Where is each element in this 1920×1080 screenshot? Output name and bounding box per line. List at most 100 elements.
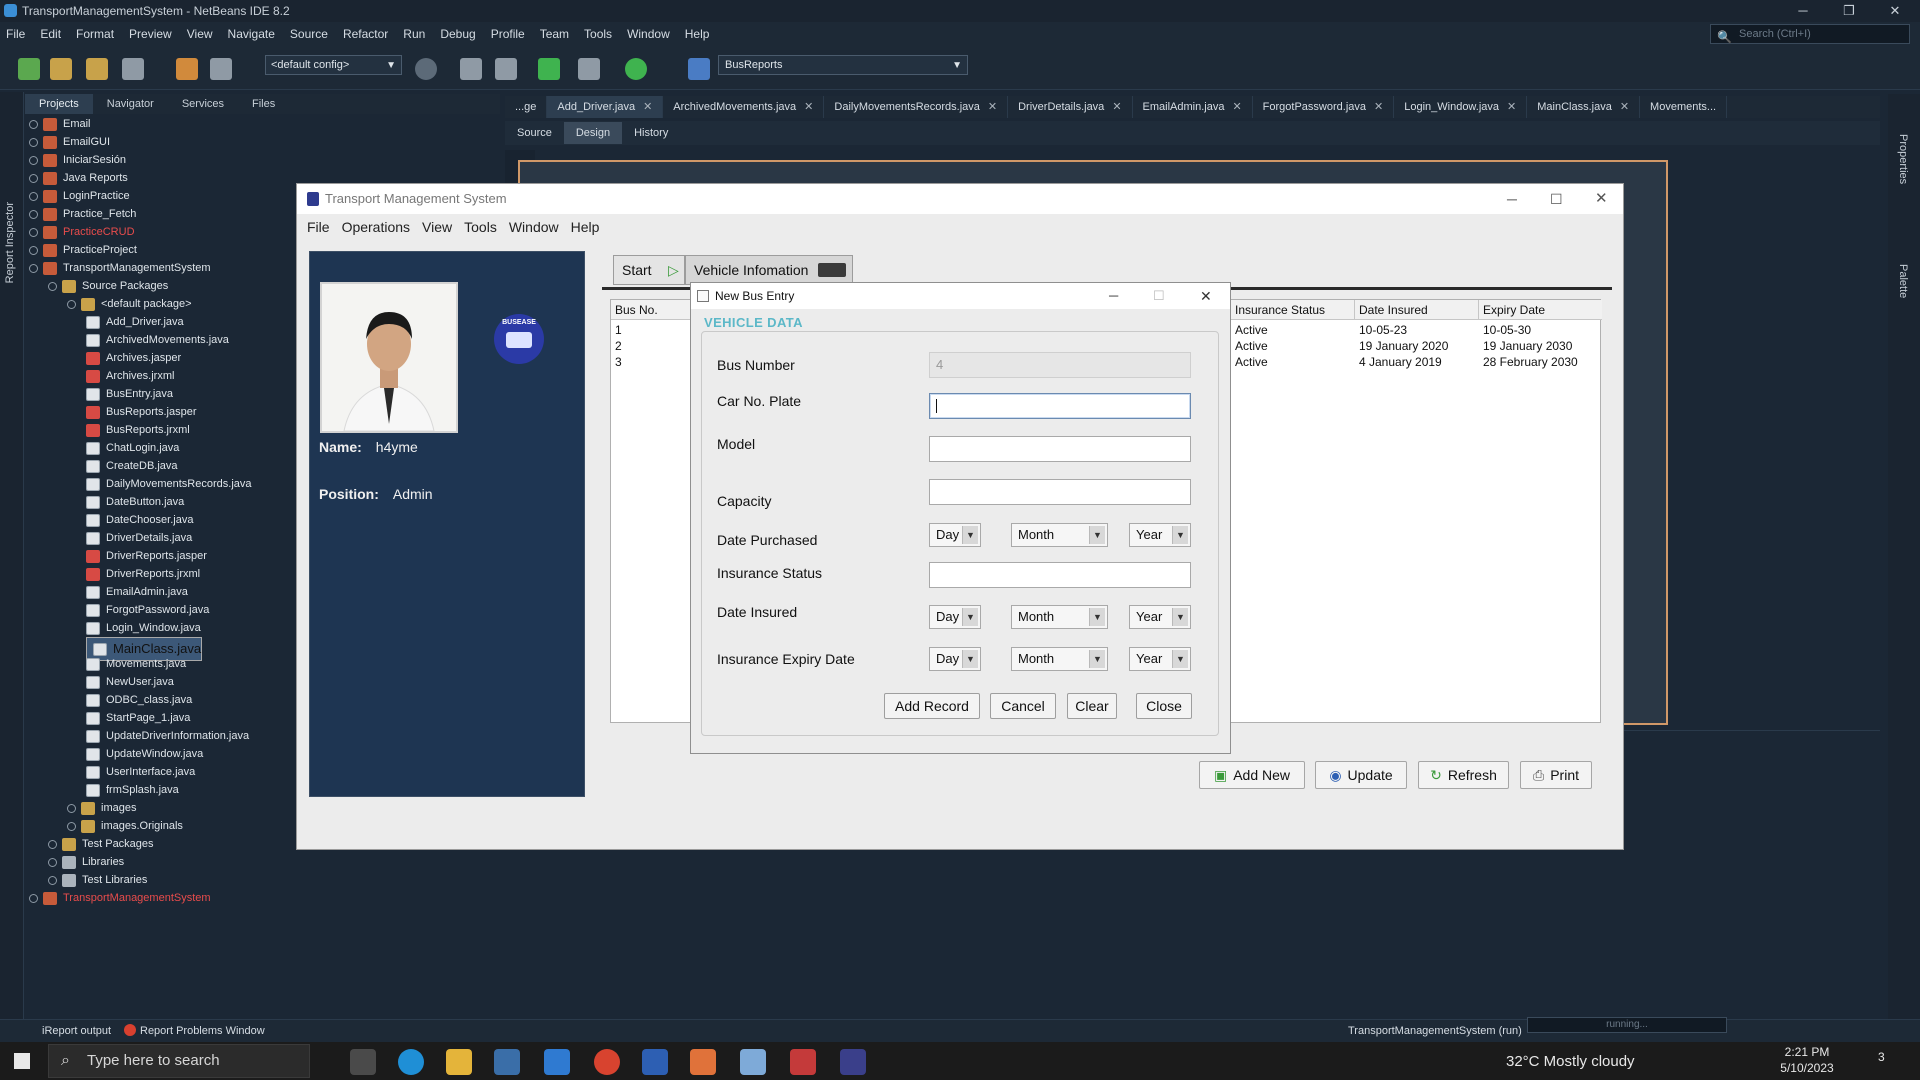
app-menu-tools[interactable]: Tools [464, 219, 497, 235]
expand-toggle-icon[interactable] [29, 893, 38, 903]
insured-day-select[interactable]: Day ▼ [929, 605, 981, 629]
expand-toggle-icon[interactable] [29, 119, 38, 129]
config-dropdown[interactable]: <default config> ▼ [265, 55, 402, 75]
tab-projects[interactable]: Projects [25, 94, 93, 114]
tree-item[interactable]: ChatLogin.java [86, 439, 179, 457]
tree-item[interactable]: DriverReports.jasper [86, 547, 207, 565]
run-target-dropdown[interactable]: BusReports ▼ [718, 55, 968, 75]
close-tab-icon[interactable]: ✕ [804, 101, 813, 113]
new-file-icon[interactable] [18, 58, 40, 80]
col-date-insured[interactable]: Date Insured [1355, 300, 1479, 320]
tree-item[interactable]: Libraries [48, 853, 124, 871]
menu-run[interactable]: Run [403, 27, 425, 41]
netbeans-taskbar-icon[interactable] [840, 1049, 866, 1075]
tree-item[interactable]: EmailAdmin.java [86, 583, 188, 601]
debug-icon[interactable] [578, 58, 600, 80]
new-project-icon[interactable] [50, 58, 72, 80]
tab-source[interactable]: Source [505, 122, 564, 144]
tab-start[interactable]: Start ▷ [613, 255, 685, 285]
menu-debug[interactable]: Debug [440, 27, 475, 41]
editor-tab[interactable]: ArchivedMovements.java ✕ [663, 96, 825, 118]
tab-services[interactable]: Services [168, 94, 238, 114]
expiry-day-select[interactable]: Day ▼ [929, 647, 981, 671]
expand-toggle-icon[interactable] [29, 137, 38, 147]
editor-tab[interactable]: Login_Window.java ✕ [1394, 96, 1528, 118]
expand-toggle-icon[interactable] [48, 839, 57, 849]
close-tab-icon[interactable]: ✕ [988, 101, 997, 113]
app-menu-help[interactable]: Help [571, 219, 600, 235]
close-dialog-button[interactable]: Close [1136, 693, 1192, 719]
taskbar-search-input[interactable]: ⌕ Type here to search [48, 1044, 310, 1078]
expand-toggle-icon[interactable] [48, 875, 57, 885]
expiry-month-select[interactable]: Month ▼ [1011, 647, 1108, 671]
menu-file[interactable]: File [6, 27, 25, 41]
editor-tab[interactable]: ForgotPassword.java ✕ [1253, 96, 1395, 118]
add-record-button[interactable]: Add Record [884, 693, 980, 719]
plate-field[interactable] [929, 393, 1191, 419]
menu-preview[interactable]: Preview [129, 27, 172, 41]
add-new-button[interactable]: ▣ Add New [1199, 761, 1305, 789]
dialog-maximize-button[interactable]: ☐ [1153, 283, 1165, 309]
expand-toggle-icon[interactable] [29, 227, 38, 237]
insured-month-select[interactable]: Month ▼ [1011, 605, 1108, 629]
refresh-button[interactable]: ↻ Refresh [1418, 761, 1509, 789]
expand-toggle-icon[interactable] [67, 299, 76, 309]
close-tab-icon[interactable]: ✕ [1232, 101, 1241, 113]
capacity-field[interactable] [929, 479, 1191, 505]
tab-navigator[interactable]: Navigator [93, 94, 168, 114]
expand-toggle-icon[interactable] [67, 803, 76, 813]
menu-format[interactable]: Format [76, 27, 114, 41]
tab-history[interactable]: History [622, 122, 680, 144]
edge-icon[interactable] [398, 1049, 424, 1075]
close-tab-icon[interactable]: ✕ [1112, 101, 1121, 113]
report-problems-tab[interactable]: Report Problems Window [140, 1025, 265, 1037]
notification-count[interactable]: 3 [1878, 1050, 1885, 1064]
xampp-icon[interactable] [690, 1049, 716, 1075]
tree-item[interactable]: IniciarSesión [29, 151, 126, 169]
restore-button[interactable]: ❐ [1826, 0, 1872, 22]
menu-source[interactable]: Source [290, 27, 328, 41]
update-button[interactable]: ◉ Update [1315, 761, 1407, 789]
tree-item[interactable]: frmSplash.java [86, 781, 179, 799]
tree-item[interactable]: DriverDetails.java [86, 529, 192, 547]
store-icon[interactable] [494, 1049, 520, 1075]
tree-item[interactable]: Archives.jrxml [86, 367, 174, 385]
editor-tab[interactable]: ...ge [505, 96, 548, 118]
profile-icon[interactable] [625, 58, 647, 80]
palette-tab[interactable]: Palette [1897, 264, 1909, 298]
app-menu-file[interactable]: File [307, 219, 330, 235]
dialog-close-button[interactable]: ✕ [1200, 283, 1212, 309]
insured-year-select[interactable]: Year ▼ [1129, 605, 1191, 629]
tab-vehicle-information[interactable]: Vehicle Infomation [685, 255, 853, 285]
tree-item[interactable]: TransportManagementSystem [29, 259, 211, 277]
redo-icon[interactable] [210, 58, 232, 80]
editor-tab[interactable]: DriverDetails.java ✕ [1008, 96, 1133, 118]
purchased-year-select[interactable]: Year ▼ [1129, 523, 1191, 547]
tree-item[interactable]: DriverReports.jrxml [86, 565, 200, 583]
tree-item[interactable]: EmailGUI [29, 133, 110, 151]
virtualbox-icon[interactable] [740, 1049, 766, 1075]
tree-item[interactable]: BusReports.jrxml [86, 421, 190, 439]
expand-toggle-icon[interactable] [48, 857, 57, 867]
taskbar-clock[interactable]: 2:21 PM 5/10/2023 [1772, 1044, 1842, 1076]
app-minimize-button[interactable]: ─ [1507, 184, 1517, 214]
tree-item[interactable]: StartPage_1.java [86, 709, 190, 727]
minimize-button[interactable]: ─ [1780, 0, 1826, 22]
file-explorer-icon[interactable] [446, 1049, 472, 1075]
app-menu-window[interactable]: Window [509, 219, 559, 235]
tree-item[interactable]: images.Originals [67, 817, 183, 835]
clean-build-icon[interactable] [495, 58, 517, 80]
menu-profile[interactable]: Profile [491, 27, 525, 41]
tree-item[interactable]: ForgotPassword.java [86, 601, 209, 619]
tree-item[interactable]: BusReports.jasper [86, 403, 197, 421]
report-inspector-tab[interactable]: Report Inspector [4, 202, 16, 283]
tree-item[interactable]: PracticeProject [29, 241, 137, 259]
cancel-button[interactable]: Cancel [990, 693, 1056, 719]
tree-item[interactable]: Add_Driver.java [86, 313, 184, 331]
editor-tab[interactable]: EmailAdmin.java ✕ [1133, 96, 1253, 118]
expiry-year-select[interactable]: Year ▼ [1129, 647, 1191, 671]
undo-icon[interactable] [176, 58, 198, 80]
tree-item[interactable]: Archives.jasper [86, 349, 181, 367]
tree-item[interactable]: LoginPractice [29, 187, 130, 205]
windows-start-icon[interactable] [14, 1053, 30, 1069]
